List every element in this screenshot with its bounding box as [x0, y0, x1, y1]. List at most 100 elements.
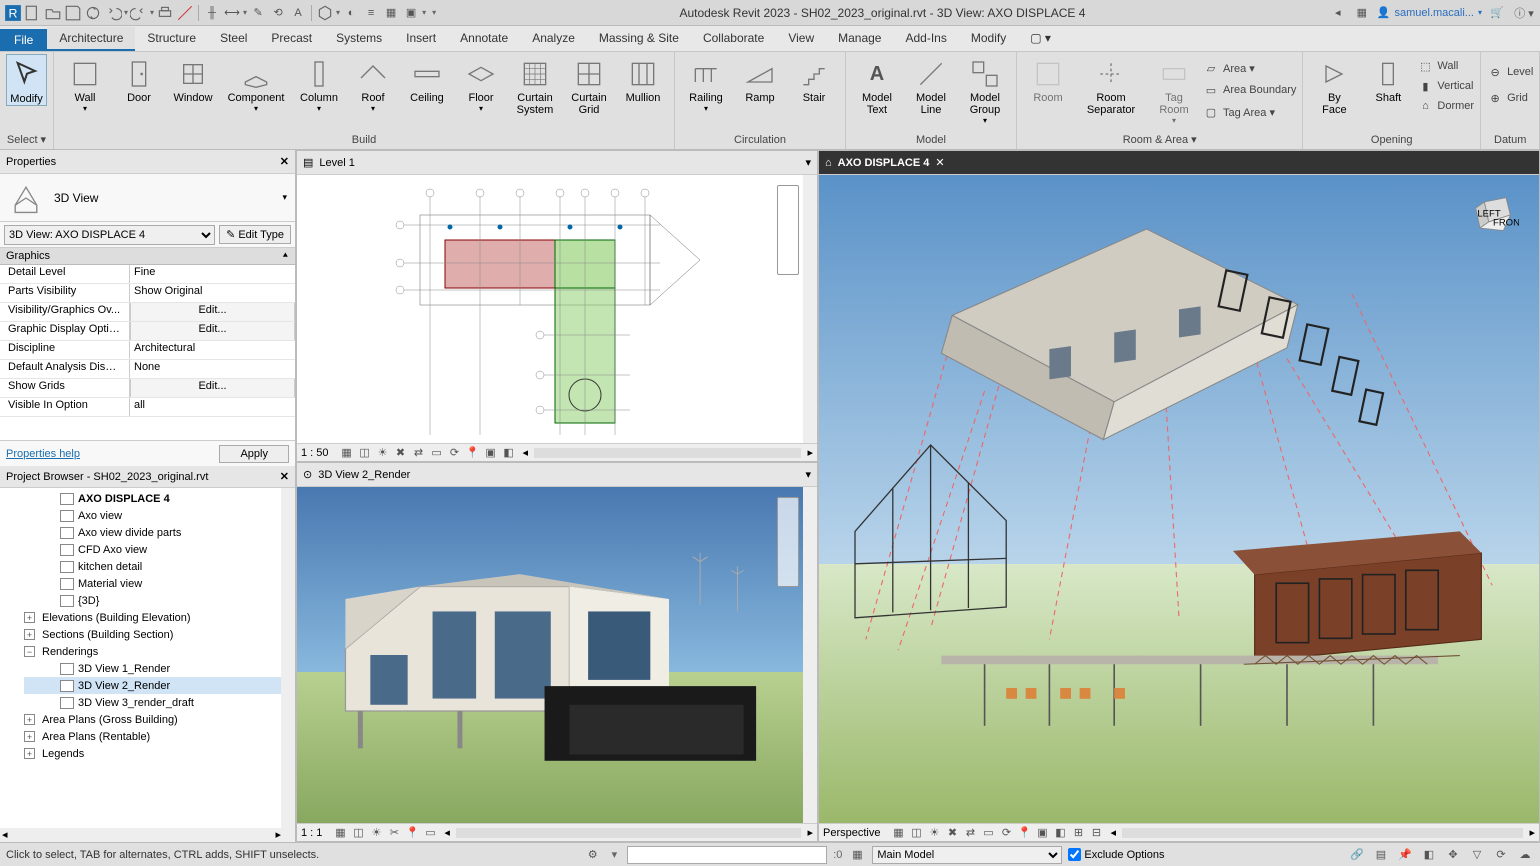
view-tab-level1[interactable]: ▤ Level 1 ▾ — [297, 151, 817, 175]
apply-button[interactable]: Apply — [219, 445, 289, 463]
tab-insert[interactable]: Insert — [394, 27, 448, 51]
property-row[interactable]: Parts VisibilityShow Original — [0, 284, 295, 303]
tag-area-button[interactable]: ▢Tag Area ▾ — [1203, 102, 1296, 122]
vc-icon[interactable]: ▣ — [483, 446, 499, 460]
wall-button[interactable]: Wall▾ — [60, 54, 110, 113]
close-icon[interactable]: ✕ — [935, 156, 944, 169]
vc-icon[interactable]: 📍 — [1016, 826, 1032, 840]
close-hidden-icon[interactable]: ▦ — [382, 4, 400, 22]
scrollbar-v[interactable] — [803, 175, 817, 443]
nav-bar[interactable] — [777, 185, 799, 275]
print-icon[interactable] — [156, 4, 174, 22]
panel-select-title[interactable]: Select ▾ — [6, 132, 47, 147]
tab-steel[interactable]: Steel — [208, 27, 259, 51]
tree-node[interactable]: +Sections (Building Section) — [24, 626, 291, 643]
view-canvas-axo[interactable]: LEFT FRON — [819, 175, 1539, 823]
roof-button[interactable]: Roof▾ — [348, 54, 398, 113]
tab-addins[interactable]: Add-Ins — [893, 27, 958, 51]
drag-icon[interactable]: ✥ — [1444, 847, 1462, 863]
exclude-options-check[interactable]: Exclude Options — [1068, 848, 1164, 861]
level-button[interactable]: ⊖Level — [1487, 62, 1533, 82]
tab-systems[interactable]: Systems — [324, 27, 394, 51]
view-scale[interactable]: Perspective — [823, 827, 880, 839]
select-pinned-icon[interactable]: 📌 — [1396, 847, 1414, 863]
tab-modify[interactable]: Modify — [959, 27, 1018, 51]
tree-node[interactable]: Material view — [24, 575, 291, 592]
cloud-icon[interactable]: ☁ — [1516, 847, 1534, 863]
vc-icon[interactable]: ✂ — [386, 826, 402, 840]
measure-icon[interactable] — [176, 4, 194, 22]
tree-node[interactable]: 3D View 3_render_draft — [24, 694, 291, 711]
scrollbar-h[interactable]: ◂▸ — [0, 828, 295, 842]
tag-icon[interactable]: ✎ — [249, 4, 267, 22]
tab-architecture[interactable]: Architecture — [47, 27, 135, 51]
model-text-button[interactable]: AModel Text — [852, 54, 902, 116]
align-icon[interactable]: ╫ — [203, 4, 221, 22]
tree-node[interactable]: 3D View 1_Render — [24, 660, 291, 677]
dim-icon[interactable]: ⟷ — [223, 4, 241, 22]
vc-icon[interactable]: 📍 — [404, 826, 420, 840]
select-face-icon[interactable]: ◧ — [1420, 847, 1438, 863]
room-separator-button[interactable]: Room Separator — [1077, 54, 1145, 116]
open-icon[interactable] — [44, 4, 62, 22]
view-tab-render[interactable]: ⊙ 3D View 2_Render ▾ — [297, 463, 817, 487]
floor-button[interactable]: Floor▾ — [456, 54, 506, 113]
property-row[interactable]: DisciplineArchitectural — [0, 341, 295, 360]
maximize-icon[interactable]: ▾ — [805, 156, 811, 169]
select-links-icon[interactable]: 🔗 — [1348, 847, 1366, 863]
workset-icon[interactable]: ⚙ — [584, 847, 602, 863]
property-row[interactable]: Default Analysis Displ...None — [0, 360, 295, 379]
file-tab[interactable]: File — [0, 29, 47, 51]
scrollbar-v[interactable] — [281, 488, 295, 828]
view-scale[interactable]: 1 : 1 — [301, 827, 322, 839]
redo-icon[interactable] — [130, 4, 148, 22]
panel-room-title[interactable]: Room & Area ▾ — [1023, 132, 1296, 147]
window-button[interactable]: Window — [168, 54, 218, 104]
revit-logo[interactable]: R — [4, 4, 22, 22]
design-option-select[interactable]: Main Model — [872, 846, 1062, 864]
new-icon[interactable] — [24, 4, 42, 22]
tab-precast[interactable]: Precast — [259, 27, 324, 51]
view-tab-axo[interactable]: ⌂ AXO DISPLACE 4 ✕ — [819, 151, 1539, 175]
vc-icon[interactable]: ▭ — [980, 826, 996, 840]
instance-filter[interactable]: 3D View: AXO DISPLACE 4 — [4, 225, 215, 245]
vc-icon[interactable]: 📍 — [465, 446, 481, 460]
tree-node[interactable]: 3D View 2_Render — [24, 677, 291, 694]
type-selector[interactable]: 3D View ▾ — [0, 174, 295, 222]
properties-category[interactable]: Graphics⯅ — [0, 248, 295, 265]
switch-window-icon[interactable]: ▣ — [402, 4, 420, 22]
vc-icon[interactable]: ◫ — [350, 826, 366, 840]
property-row[interactable]: Visibility/Graphics Ov...Edit... — [0, 303, 295, 322]
editable-only-icon[interactable]: ▦ — [848, 847, 866, 863]
close-icon[interactable]: ✕ — [280, 155, 289, 168]
help-icon[interactable]: ⓘ ▾ — [1512, 4, 1536, 22]
save-icon[interactable] — [64, 4, 82, 22]
tag-room-button[interactable]: Tag Room▾ — [1149, 54, 1199, 125]
tree-node[interactable]: +Area Plans (Gross Building) — [24, 711, 291, 728]
ramp-button[interactable]: Ramp — [735, 54, 785, 104]
vc-icon[interactable]: ✖ — [944, 826, 960, 840]
viewcube[interactable]: LEFT FRON — [1467, 189, 1519, 241]
vc-icon[interactable]: ▦ — [332, 826, 348, 840]
vc-icon[interactable]: ⇄ — [962, 826, 978, 840]
tree-node[interactable]: kitchen detail — [24, 558, 291, 575]
model-line-button[interactable]: Model Line — [906, 54, 956, 116]
undo-icon[interactable] — [104, 4, 122, 22]
by-face-button[interactable]: By Face — [1309, 54, 1359, 116]
mullion-button[interactable]: Mullion — [618, 54, 668, 104]
model-group-button[interactable]: Model Group▾ — [960, 54, 1010, 125]
component-button[interactable]: Component▾ — [222, 54, 290, 113]
vc-icon[interactable]: ▣ — [1034, 826, 1050, 840]
tab-manage[interactable]: Manage — [826, 27, 893, 51]
tree-node[interactable]: {3D} — [24, 592, 291, 609]
vc-icon[interactable]: ▭ — [429, 446, 445, 460]
tab-analyze[interactable]: Analyze — [520, 27, 587, 51]
tab-massing[interactable]: Massing & Site — [587, 27, 691, 51]
tree-node[interactable]: +Elevations (Building Elevation) — [24, 609, 291, 626]
opening-dormer-button[interactable]: ⌂Dormer — [1417, 96, 1474, 116]
vc-icon[interactable]: ◧ — [501, 446, 517, 460]
3d-icon[interactable] — [316, 4, 334, 22]
text-icon[interactable]: A — [289, 4, 307, 22]
tab-annotate[interactable]: Annotate — [448, 27, 520, 51]
edit-type-button[interactable]: ✎Edit Type — [219, 225, 291, 244]
